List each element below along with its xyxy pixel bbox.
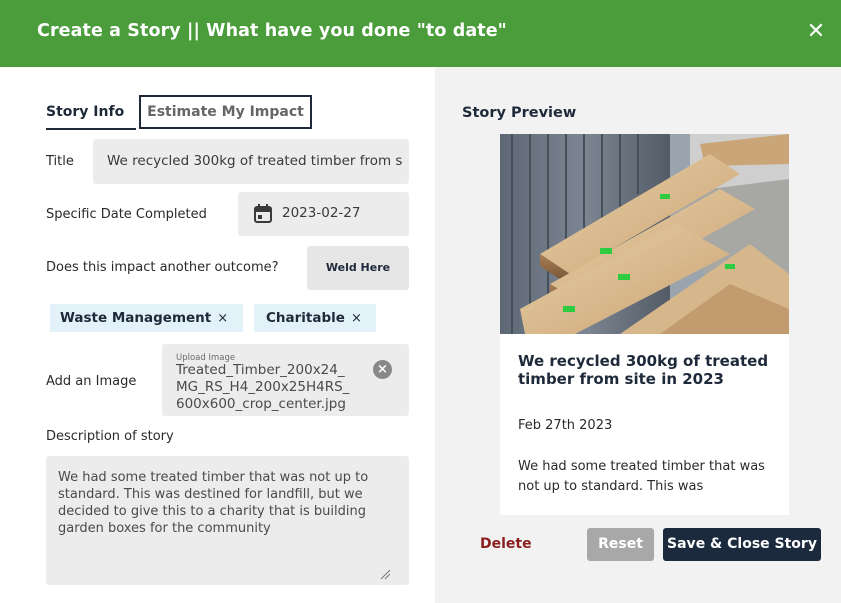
tag-remove-icon[interactable]: × [217,311,228,326]
save-close-story-button[interactable]: Save & Close Story [663,528,821,561]
preview-card-heading: We recycled 300kg of treated timber from… [518,352,769,388]
tag-chip: Waste Management × [50,304,243,332]
story-preview-pane: Story Preview We recycled 300kg of treat… [435,67,841,603]
active-tab-indicator [46,128,136,130]
outcome-label: Does this impact another outcome? [46,260,279,275]
tag-chip-label: Charitable [266,310,345,326]
tab-estimate-my-impact[interactable]: Estimate My Impact [139,95,312,129]
date-input-value: 2023-02-27 [282,205,361,221]
tab-story-info[interactable]: Story Info [46,95,124,129]
tag-chip: Charitable × [254,304,376,332]
modal-header: Create a Story || What have you done "to… [0,0,841,67]
weld-here-button[interactable]: Weld Here [307,246,409,290]
story-preview-card: We recycled 300kg of treated timber from… [500,134,789,515]
title-label: Title [46,154,74,169]
title-input-value: We recycled 300kg of treated timber from… [107,153,403,169]
story-preview-title: Story Preview [462,105,577,121]
image-label: Add an Image [46,374,137,389]
create-story-modal: Create a Story || What have you done "to… [0,0,841,603]
description-text: We had some treated timber that was not … [58,470,369,536]
title-input[interactable]: We recycled 300kg of treated timber from… [93,139,409,184]
date-label: Specific Date Completed [46,207,207,222]
upload-filename: Treated_Timber_200x24_ MG_RS_H4_200x25H4R… [176,362,350,412]
resize-handle-icon[interactable] [379,565,391,580]
modal-title: Create a Story || What have you done "to… [37,21,507,41]
preview-card-description: We had some treated timber that was not … [518,459,765,494]
story-image [500,134,789,334]
tag-chip-label: Waste Management [60,310,212,326]
calendar-icon[interactable] [254,204,272,223]
description-label: Description of story [46,429,174,444]
preview-card-date: Feb 27th 2023 [518,418,613,433]
date-input[interactable]: 2023-02-27 [238,192,409,236]
tag-remove-icon[interactable]: × [351,311,362,326]
delete-button[interactable]: Delete [480,536,532,552]
close-icon[interactable]: ✕ [805,19,827,45]
clear-upload-icon[interactable]: × [373,360,392,379]
story-form-pane: Story Info Estimate My Impact Title We r… [0,67,435,603]
reset-button[interactable]: Reset [587,528,654,561]
